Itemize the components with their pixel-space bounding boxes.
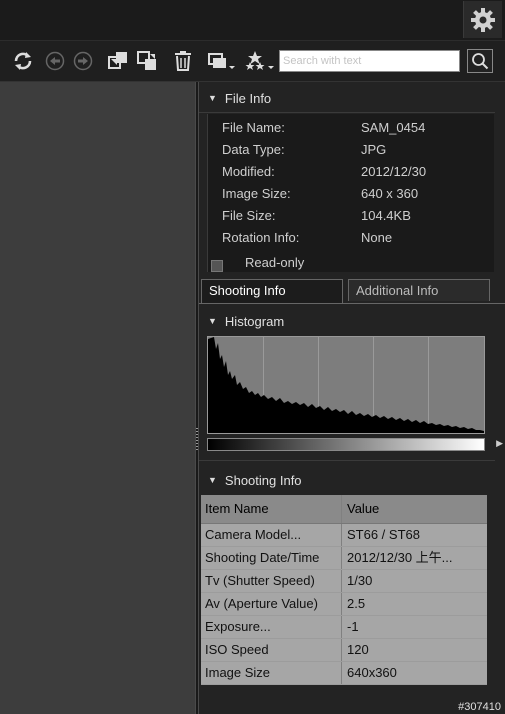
value-cell: 2012/12/30 上午...	[347, 550, 453, 565]
collapse-triangle-icon: ▼	[208, 316, 217, 326]
shooting-info-header[interactable]: ▼ Shooting Info	[199, 466, 495, 494]
value-cell: 640x360	[347, 665, 397, 680]
value-cell: -1	[347, 619, 359, 634]
item-name-cell: Exposure...	[201, 616, 342, 638]
search-button[interactable]	[467, 49, 493, 73]
file-info-section: File Name: SAM_0454 Data Type: JPG Modif…	[207, 114, 494, 272]
refresh-button[interactable]	[10, 48, 36, 74]
toolbar	[0, 41, 505, 82]
rating-button[interactable]	[243, 48, 275, 74]
histogram-plot	[207, 336, 485, 434]
move-button[interactable]	[135, 48, 159, 74]
value-cell: 120	[347, 642, 369, 657]
info-panel: ▼ File Info File Name: SAM_0454 Data Typ…	[199, 82, 505, 714]
table-row[interactable]: Camera Model... ST66 / ST68	[201, 524, 487, 547]
file-info-header[interactable]: ▼ File Info	[199, 84, 495, 112]
modified-value: 2012/12/30	[361, 164, 427, 179]
stack-view-button[interactable]	[205, 48, 237, 74]
settings-button[interactable]	[463, 1, 502, 38]
histogram-graph	[208, 337, 484, 433]
data-type-label: Data Type:	[222, 142, 285, 157]
move-icon	[137, 51, 156, 70]
file-info-row: File Size: 104.4KB	[222, 205, 492, 227]
separator	[199, 460, 495, 461]
file-info-title: File Info	[224, 90, 272, 106]
item-name-cell: Camera Model...	[201, 524, 342, 546]
back-icon	[45, 51, 65, 71]
rotation-info-label: Rotation Info:	[222, 230, 300, 245]
trash-icon	[175, 51, 191, 71]
title-bar	[0, 0, 505, 41]
table-row[interactable]: Av (Aperture Value) 2.5	[201, 593, 487, 616]
table-row[interactable]: Shooting Date/Time 2012/12/30 上午...	[201, 547, 487, 570]
thumbnail-pane[interactable]	[0, 82, 195, 714]
value-cell: 2.5	[347, 596, 366, 611]
splitter-grip[interactable]	[196, 428, 198, 452]
item-name-cell: Tv (Shutter Speed)	[201, 570, 342, 592]
table-header: Item Name Value	[201, 495, 487, 524]
rating-icon	[245, 51, 274, 70]
image-id-badge: #307410	[458, 701, 501, 713]
file-name-value: SAM_0454	[361, 120, 426, 135]
forward-icon	[73, 51, 93, 71]
value-cell: ST66 / ST68	[347, 527, 420, 542]
search-icon	[472, 53, 489, 70]
readonly-label: Read-only	[245, 255, 305, 270]
forward-button[interactable]	[72, 48, 94, 74]
shooting-info-table: Item Name Value Camera Model... ST66 / S…	[201, 495, 487, 685]
item-name-cell: Av (Aperture Value)	[201, 593, 342, 615]
column-header-value[interactable]: Value	[342, 495, 487, 523]
file-size-value: 104.4KB	[361, 208, 411, 223]
back-button[interactable]	[44, 48, 66, 74]
modified-label: Modified:	[222, 164, 275, 179]
file-size-label: File Size:	[222, 208, 276, 223]
expand-arrow-icon[interactable]: ▶	[496, 438, 503, 449]
collapse-triangle-icon: ▼	[208, 93, 217, 103]
file-info-row: Modified: 2012/12/30	[222, 161, 492, 183]
shooting-info-title: Shooting Info	[224, 472, 302, 488]
file-name-label: File Name:	[222, 120, 285, 135]
table-row[interactable]: Image Size 640x360	[201, 662, 487, 685]
tab-shooting-info[interactable]: Shooting Info	[201, 279, 343, 303]
copy-button[interactable]	[106, 48, 130, 74]
copy-icon	[108, 52, 127, 69]
item-name-cell: Image Size	[201, 662, 342, 684]
value-cell: 1/30	[347, 573, 373, 588]
file-info-row: Rotation Info: None	[222, 227, 492, 249]
item-name-cell: Shooting Date/Time	[201, 547, 342, 569]
item-name-cell: ISO Speed	[201, 639, 342, 661]
delete-button[interactable]	[172, 48, 194, 74]
file-info-row: Image Size: 640 x 360	[222, 183, 492, 205]
stack-icon	[208, 53, 235, 69]
column-header-item-name[interactable]: Item Name	[201, 495, 342, 523]
search-input[interactable]	[279, 50, 460, 72]
file-info-row: Data Type: JPG	[222, 139, 492, 161]
table-row[interactable]: ISO Speed 120	[201, 639, 487, 662]
tab-additional-info[interactable]: Additional Info	[348, 279, 490, 301]
image-size-label: Image Size:	[222, 186, 291, 201]
readonly-checkbox[interactable]	[211, 260, 223, 272]
separator	[199, 112, 495, 113]
image-size-value: 640 x 360	[361, 186, 419, 201]
histogram-title: Histogram	[224, 313, 285, 329]
info-tabs: Shooting Info Additional Info	[199, 277, 505, 304]
gear-icon	[471, 7, 495, 32]
file-info-row: File Name: SAM_0454	[222, 117, 492, 139]
histogram-gradient-bar	[207, 438, 485, 451]
refresh-icon	[14, 52, 32, 70]
collapse-triangle-icon: ▼	[208, 475, 217, 485]
histogram-header[interactable]: ▼ Histogram	[199, 307, 495, 335]
table-row[interactable]: Exposure... -1	[201, 616, 487, 639]
data-type-value: JPG	[361, 142, 387, 157]
table-row[interactable]: Tv (Shutter Speed) 1/30	[201, 570, 487, 593]
rotation-info-value: None	[361, 230, 393, 245]
